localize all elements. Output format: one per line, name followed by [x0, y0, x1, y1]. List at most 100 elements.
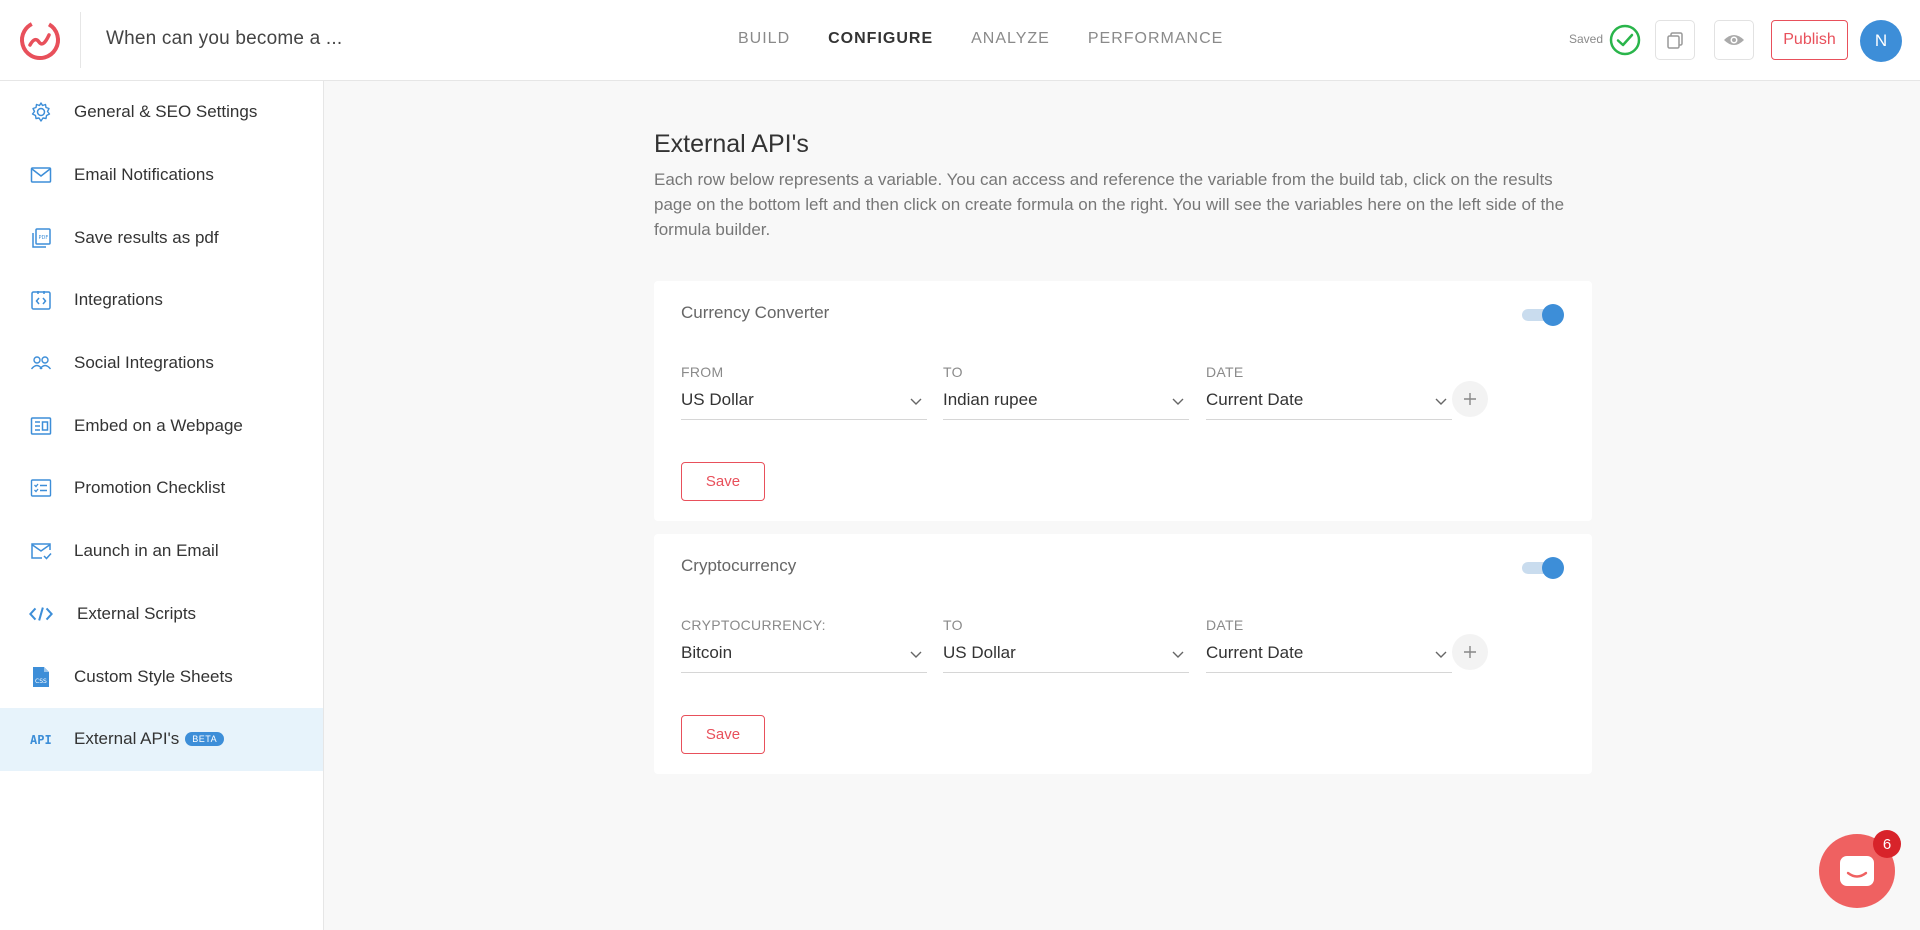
tab-performance[interactable]: PERFORMANCE	[1088, 30, 1223, 48]
date-select[interactable]: Current Date	[1206, 390, 1452, 420]
sidebar-item-label: Embed on a Webpage	[74, 415, 243, 435]
to-field: TO Indian rupee	[943, 364, 1189, 420]
logo-icon[interactable]	[18, 18, 62, 62]
field-label: TO	[943, 617, 963, 633]
cryptocurrency-field: CRYPTOCURRENCY: Bitcoin	[681, 617, 927, 673]
top-bar: When can you become a ... BUILD CONFIGUR…	[0, 0, 1920, 81]
sidebar-item-label-text: External API's	[74, 729, 180, 749]
sidebar-item-custom-css[interactable]: CSS Custom Style Sheets	[0, 645, 323, 708]
svg-text:PDF: PDF	[39, 235, 49, 241]
date-select[interactable]: Current Date	[1206, 643, 1452, 673]
embed-icon	[29, 414, 53, 438]
chevron-down-icon	[1435, 651, 1447, 658]
main-nav: BUILD CONFIGURE ANALYZE PERFORMANCE	[738, 30, 1223, 48]
gear-icon	[29, 100, 53, 124]
select-value: US Dollar	[681, 390, 754, 409]
enable-toggle[interactable]	[1522, 303, 1564, 326]
sidebar-item-label: Integrations	[74, 290, 163, 310]
date-field: DATE Current Date	[1206, 364, 1452, 420]
page-title: External API's	[654, 130, 809, 158]
field-label: CRYPTOCURRENCY:	[681, 617, 826, 633]
field-label: TO	[943, 364, 963, 380]
select-value: Indian rupee	[943, 390, 1038, 409]
to-field: TO US Dollar	[943, 617, 1189, 673]
select-value: Current Date	[1206, 643, 1304, 662]
add-row-button[interactable]	[1452, 381, 1488, 417]
sidebar-item-embed[interactable]: Embed on a Webpage	[0, 394, 323, 457]
field-label: FROM	[681, 364, 724, 380]
field-label: DATE	[1206, 617, 1244, 633]
checklist-icon	[29, 476, 53, 500]
api-card-cryptocurrency: Cryptocurrency CRYPTOCURRENCY: Bitcoin T…	[654, 534, 1592, 774]
tab-build[interactable]: BUILD	[738, 30, 790, 48]
api-card-currency-converter: Currency Converter FROM US Dollar TO Ind…	[654, 281, 1592, 521]
sidebar-item-external-apis[interactable]: API External API's BETA	[0, 707, 323, 771]
sidebar-item-launch-email[interactable]: Launch in an Email	[0, 520, 323, 583]
to-select[interactable]: Indian rupee	[943, 390, 1189, 420]
cryptocurrency-select[interactable]: Bitcoin	[681, 643, 927, 673]
check-circle-icon	[1609, 24, 1641, 56]
save-button[interactable]: Save	[681, 462, 765, 501]
chevron-down-icon	[1435, 398, 1447, 405]
sidebar-item-label: Email Notifications	[74, 165, 214, 185]
chat-icon	[1840, 856, 1874, 886]
page-description: Each row below represents a variable. Yo…	[654, 170, 1565, 239]
select-value: Current Date	[1206, 390, 1304, 409]
sidebar-item-label: Custom Style Sheets	[74, 666, 233, 686]
eye-icon	[1724, 35, 1744, 45]
card-title: Currency Converter	[681, 303, 830, 322]
svg-text:API: API	[30, 733, 52, 746]
sidebar-item-integrations[interactable]: Integrations	[0, 269, 323, 332]
date-field: DATE Current Date	[1206, 617, 1452, 673]
enable-toggle[interactable]	[1522, 556, 1564, 579]
to-select[interactable]: US Dollar	[943, 643, 1189, 673]
chevron-down-icon	[910, 651, 922, 658]
sidebar-item-label: General & SEO Settings	[74, 102, 258, 122]
sidebar-item-save-pdf[interactable]: PDF Save results as pdf	[0, 206, 323, 269]
sidebar-item-label: Promotion Checklist	[74, 478, 226, 498]
from-field: FROM US Dollar	[681, 364, 927, 420]
sidebar-item-promotion-checklist[interactable]: Promotion Checklist	[0, 457, 323, 520]
avatar[interactable]: N	[1860, 20, 1902, 62]
code-icon	[29, 602, 53, 626]
email-check-icon	[29, 539, 53, 563]
envelope-icon	[29, 163, 53, 187]
select-value: US Dollar	[943, 643, 1016, 662]
sidebar-item-label: Launch in an Email	[74, 541, 219, 561]
chevron-down-icon	[910, 398, 922, 405]
sidebar-item-label: Social Integrations	[74, 353, 214, 373]
toggle-knob	[1542, 304, 1564, 326]
people-icon	[29, 351, 53, 375]
sidebar-item-social-integrations[interactable]: Social Integrations	[0, 332, 323, 395]
pdf-icon: PDF	[29, 226, 53, 250]
svg-text:CSS: CSS	[35, 678, 47, 685]
css-file-icon: CSS	[29, 665, 53, 689]
copy-icon	[1667, 32, 1683, 49]
select-value: Bitcoin	[681, 643, 733, 662]
quiz-title[interactable]: When can you become a ...	[106, 28, 342, 50]
unread-count-badge: 6	[1873, 830, 1901, 858]
chevron-down-icon	[1172, 651, 1184, 658]
plus-icon	[1464, 393, 1476, 405]
sidebar-item-external-scripts[interactable]: External Scripts	[0, 583, 323, 646]
logo-divider	[80, 12, 81, 68]
sidebar: General & SEO Settings Email Notificatio…	[0, 81, 324, 930]
save-button[interactable]: Save	[681, 715, 765, 754]
publish-button[interactable]: Publish	[1771, 20, 1848, 60]
duplicate-button[interactable]	[1655, 20, 1695, 60]
sidebar-item-label: External Scripts	[77, 603, 197, 623]
tab-configure[interactable]: CONFIGURE	[828, 30, 933, 48]
sidebar-item-label: Save results as pdf	[74, 227, 219, 247]
add-row-button[interactable]	[1452, 634, 1488, 670]
sidebar-item-general-seo[interactable]: General & SEO Settings	[0, 81, 323, 144]
toggle-knob	[1542, 557, 1564, 579]
card-title: Cryptocurrency	[681, 556, 797, 575]
beta-badge: BETA	[185, 732, 225, 747]
tab-analyze[interactable]: ANALYZE	[971, 30, 1050, 48]
preview-button[interactable]	[1714, 20, 1754, 60]
from-select[interactable]: US Dollar	[681, 390, 927, 420]
plus-icon	[1464, 646, 1476, 658]
sidebar-item-email-notifications[interactable]: Email Notifications	[0, 144, 323, 207]
field-label: DATE	[1206, 364, 1244, 380]
main-content: External API's Each row below represents…	[654, 130, 1592, 242]
